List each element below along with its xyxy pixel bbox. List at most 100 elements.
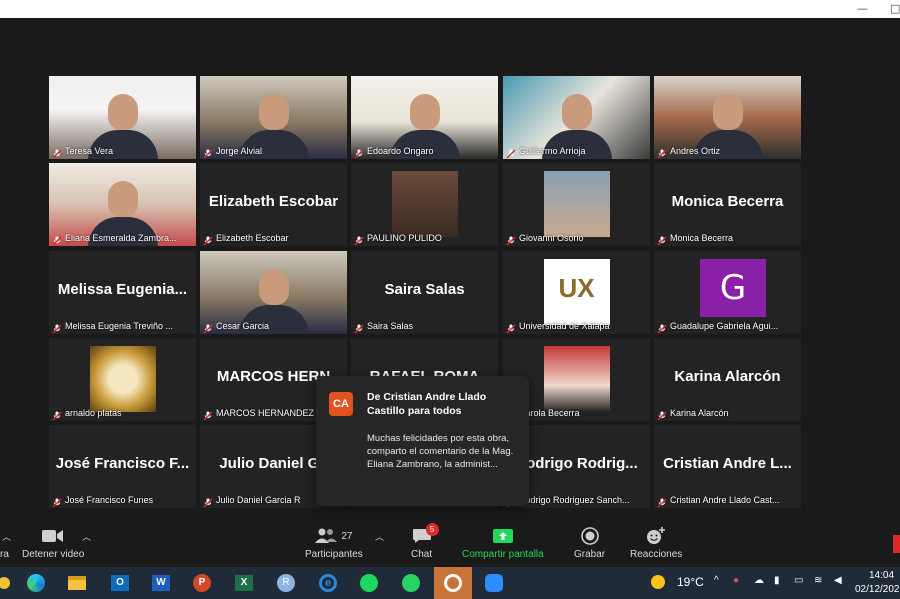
share-screen-button[interactable]: Compartir pantalla: [462, 525, 544, 560]
taskbar-app-partial-icon[interactable]: [0, 571, 16, 595]
muted-mic-icon: [354, 321, 364, 334]
participant-tile[interactable]: José Francisco F... José Francisco Funes: [49, 425, 196, 508]
file-explorer-icon[interactable]: [65, 571, 89, 595]
university-logo-icon: UX: [558, 273, 595, 303]
display-icon[interactable]: ▭: [794, 575, 803, 586]
participant-tile[interactable]: Cesar Garcia: [200, 251, 347, 334]
record-label: Grabar: [574, 549, 606, 560]
participant-name-label: José Francisco Funes: [52, 494, 193, 508]
record-button[interactable]: Grabar: [574, 525, 605, 560]
participant-name: Elizabeth Escobar: [216, 233, 289, 243]
participant-display-name: Monica Becerra: [671, 193, 784, 210]
internet-explorer-icon[interactable]: e: [316, 571, 340, 595]
usb-device-icon[interactable]: ▮: [774, 575, 780, 586]
audio-button[interactable]: ra: [0, 525, 9, 560]
participant-avatar: G: [700, 259, 766, 317]
clock-date[interactable]: 02/12/202: [855, 584, 900, 595]
participant-name: MARCOS HERNANDEZ: [216, 408, 315, 418]
whatsapp-icon[interactable]: [399, 571, 423, 595]
clock-time[interactable]: 14:04: [869, 570, 894, 581]
windows-taskbar: O W P X R e 19°C ^ ● ☁ ▮ ▭ ≋ ◀ 14:04 02/…: [0, 567, 900, 599]
record-icon: [580, 527, 599, 545]
muted-mic-icon: [657, 233, 667, 246]
participant-tile[interactable]: Andres Ortiz: [654, 76, 801, 159]
chat-message-preview: Muchas felicidades por esta obra, compar…: [367, 433, 514, 470]
reactions-smiley-icon: [647, 527, 666, 544]
participant-name-label: Monica Becerra: [657, 232, 798, 246]
muted-mic-icon: [203, 495, 213, 508]
maximize-icon[interactable]: □: [890, 2, 900, 15]
excel-icon[interactable]: X: [232, 571, 256, 595]
participant-tile[interactable]: Monica Becerra Monica Becerra: [654, 163, 801, 246]
muted-mic-icon: [52, 321, 62, 334]
stop-video-label: Detener video: [22, 549, 85, 560]
participant-thumbnail: [543, 346, 610, 412]
powerpoint-icon[interactable]: P: [190, 571, 214, 595]
muted-mic-icon: [506, 233, 516, 246]
person-silhouette: [409, 94, 440, 130]
muted-mic-icon: [203, 146, 213, 159]
participants-icon: [315, 528, 338, 543]
participant-name-label: Karina Alarcón: [657, 407, 798, 421]
participant-display-name: Saira Salas: [384, 281, 465, 298]
muted-mic-icon: [52, 495, 62, 508]
end-meeting-button-edge[interactable]: [893, 535, 900, 553]
participants-label: Participantes: [305, 549, 363, 560]
wifi-icon[interactable]: ≋: [814, 575, 822, 586]
participant-tile[interactable]: arnaldo platas: [49, 338, 196, 421]
muted-mic-icon: [203, 321, 213, 334]
participant-thumbnail: [89, 346, 156, 412]
tray-app-icon[interactable]: ●: [733, 575, 739, 586]
weather-temperature[interactable]: 19°C: [677, 575, 704, 589]
participant-tile[interactable]: Edoardo Ongaro: [351, 76, 498, 159]
volume-icon[interactable]: ◀: [834, 575, 842, 586]
participant-tile[interactable]: Melissa Eugenia... Melissa Eugenia Treviñ…: [49, 251, 196, 334]
stop-video-button[interactable]: Detener video: [22, 525, 84, 560]
participant-name: Karina Alarcón: [670, 408, 729, 418]
participant-tile[interactable]: Saira Salas Saira Salas: [351, 251, 498, 334]
chat-notification-popup[interactable]: CA De Cristian Andre Llado Castillo para…: [316, 376, 529, 506]
minimize-icon[interactable]: —: [857, 2, 868, 15]
spotify-icon[interactable]: [357, 571, 381, 595]
participant-tile[interactable]: Jorge Alvial: [200, 76, 347, 159]
chat-button[interactable]: 5 Chat: [411, 523, 439, 560]
person-silhouette: [258, 269, 289, 305]
chrome-app-active-icon[interactable]: [434, 567, 472, 599]
participant-name: Jorge Alvial: [216, 146, 263, 156]
participant-tile[interactable]: Guillermo Arrioja: [503, 76, 650, 159]
word-icon[interactable]: W: [149, 571, 173, 595]
participant-name-label: Melissa Eugenia Treviño ...: [52, 320, 193, 334]
participant-tile[interactable]: Giovanni Osorio: [503, 163, 650, 246]
chat-sender: De Cristian Andre Llado Castillo para to…: [367, 391, 487, 417]
participant-tile[interactable]: Cristian Andre L... Cristian Andre Llado …: [654, 425, 801, 508]
muted-mic-icon: [506, 321, 516, 334]
person-silhouette: [107, 181, 138, 217]
participant-name: Edoardo Ongaro: [367, 146, 434, 156]
reactions-button[interactable]: Reacciones: [630, 525, 682, 560]
onedrive-cloud-icon[interactable]: ☁: [754, 575, 764, 586]
participant-tile[interactable]: Eliana Esmeralda Zambra...: [49, 163, 196, 246]
participant-name: José Francisco Funes: [65, 495, 154, 505]
tray-overflow-icon[interactable]: ^: [714, 575, 719, 586]
outlook-icon[interactable]: O: [108, 571, 132, 595]
window-title-bar: — □: [0, 0, 900, 18]
participant-tile[interactable]: Teresa Vera: [49, 76, 196, 159]
reactions-label: Reacciones: [630, 549, 683, 560]
participants-options-caret-icon[interactable]: ︿: [375, 530, 384, 543]
participants-button[interactable]: 27 Participantes: [305, 525, 363, 560]
participant-tile[interactable]: Elizabeth Escobar Elizabeth Escobar: [200, 163, 347, 246]
participant-tile[interactable]: UX Universidad de Xalapa: [503, 251, 650, 334]
participant-name-label: Giovanni Osorio: [506, 232, 647, 246]
participant-name: Cristian Andre Llado Cast...: [670, 495, 780, 505]
muted-mic-icon: [52, 146, 62, 159]
sender-avatar: CA: [329, 392, 353, 416]
zoom-app-icon[interactable]: [482, 571, 506, 595]
chat-label: Chat: [411, 549, 433, 560]
participant-tile[interactable]: Karina Alarcón Karina Alarcón: [654, 338, 801, 421]
participant-tile[interactable]: PAULINO PULIDO: [351, 163, 498, 246]
edge-browser-icon[interactable]: [24, 571, 48, 595]
video-options-caret-icon[interactable]: ︿: [82, 530, 91, 543]
participant-tile[interactable]: G Guadalupe Gabriela Agui...: [654, 251, 801, 334]
r-app-icon[interactable]: R: [274, 571, 298, 595]
participant-name: Melissa Eugenia Treviño ...: [65, 321, 174, 331]
